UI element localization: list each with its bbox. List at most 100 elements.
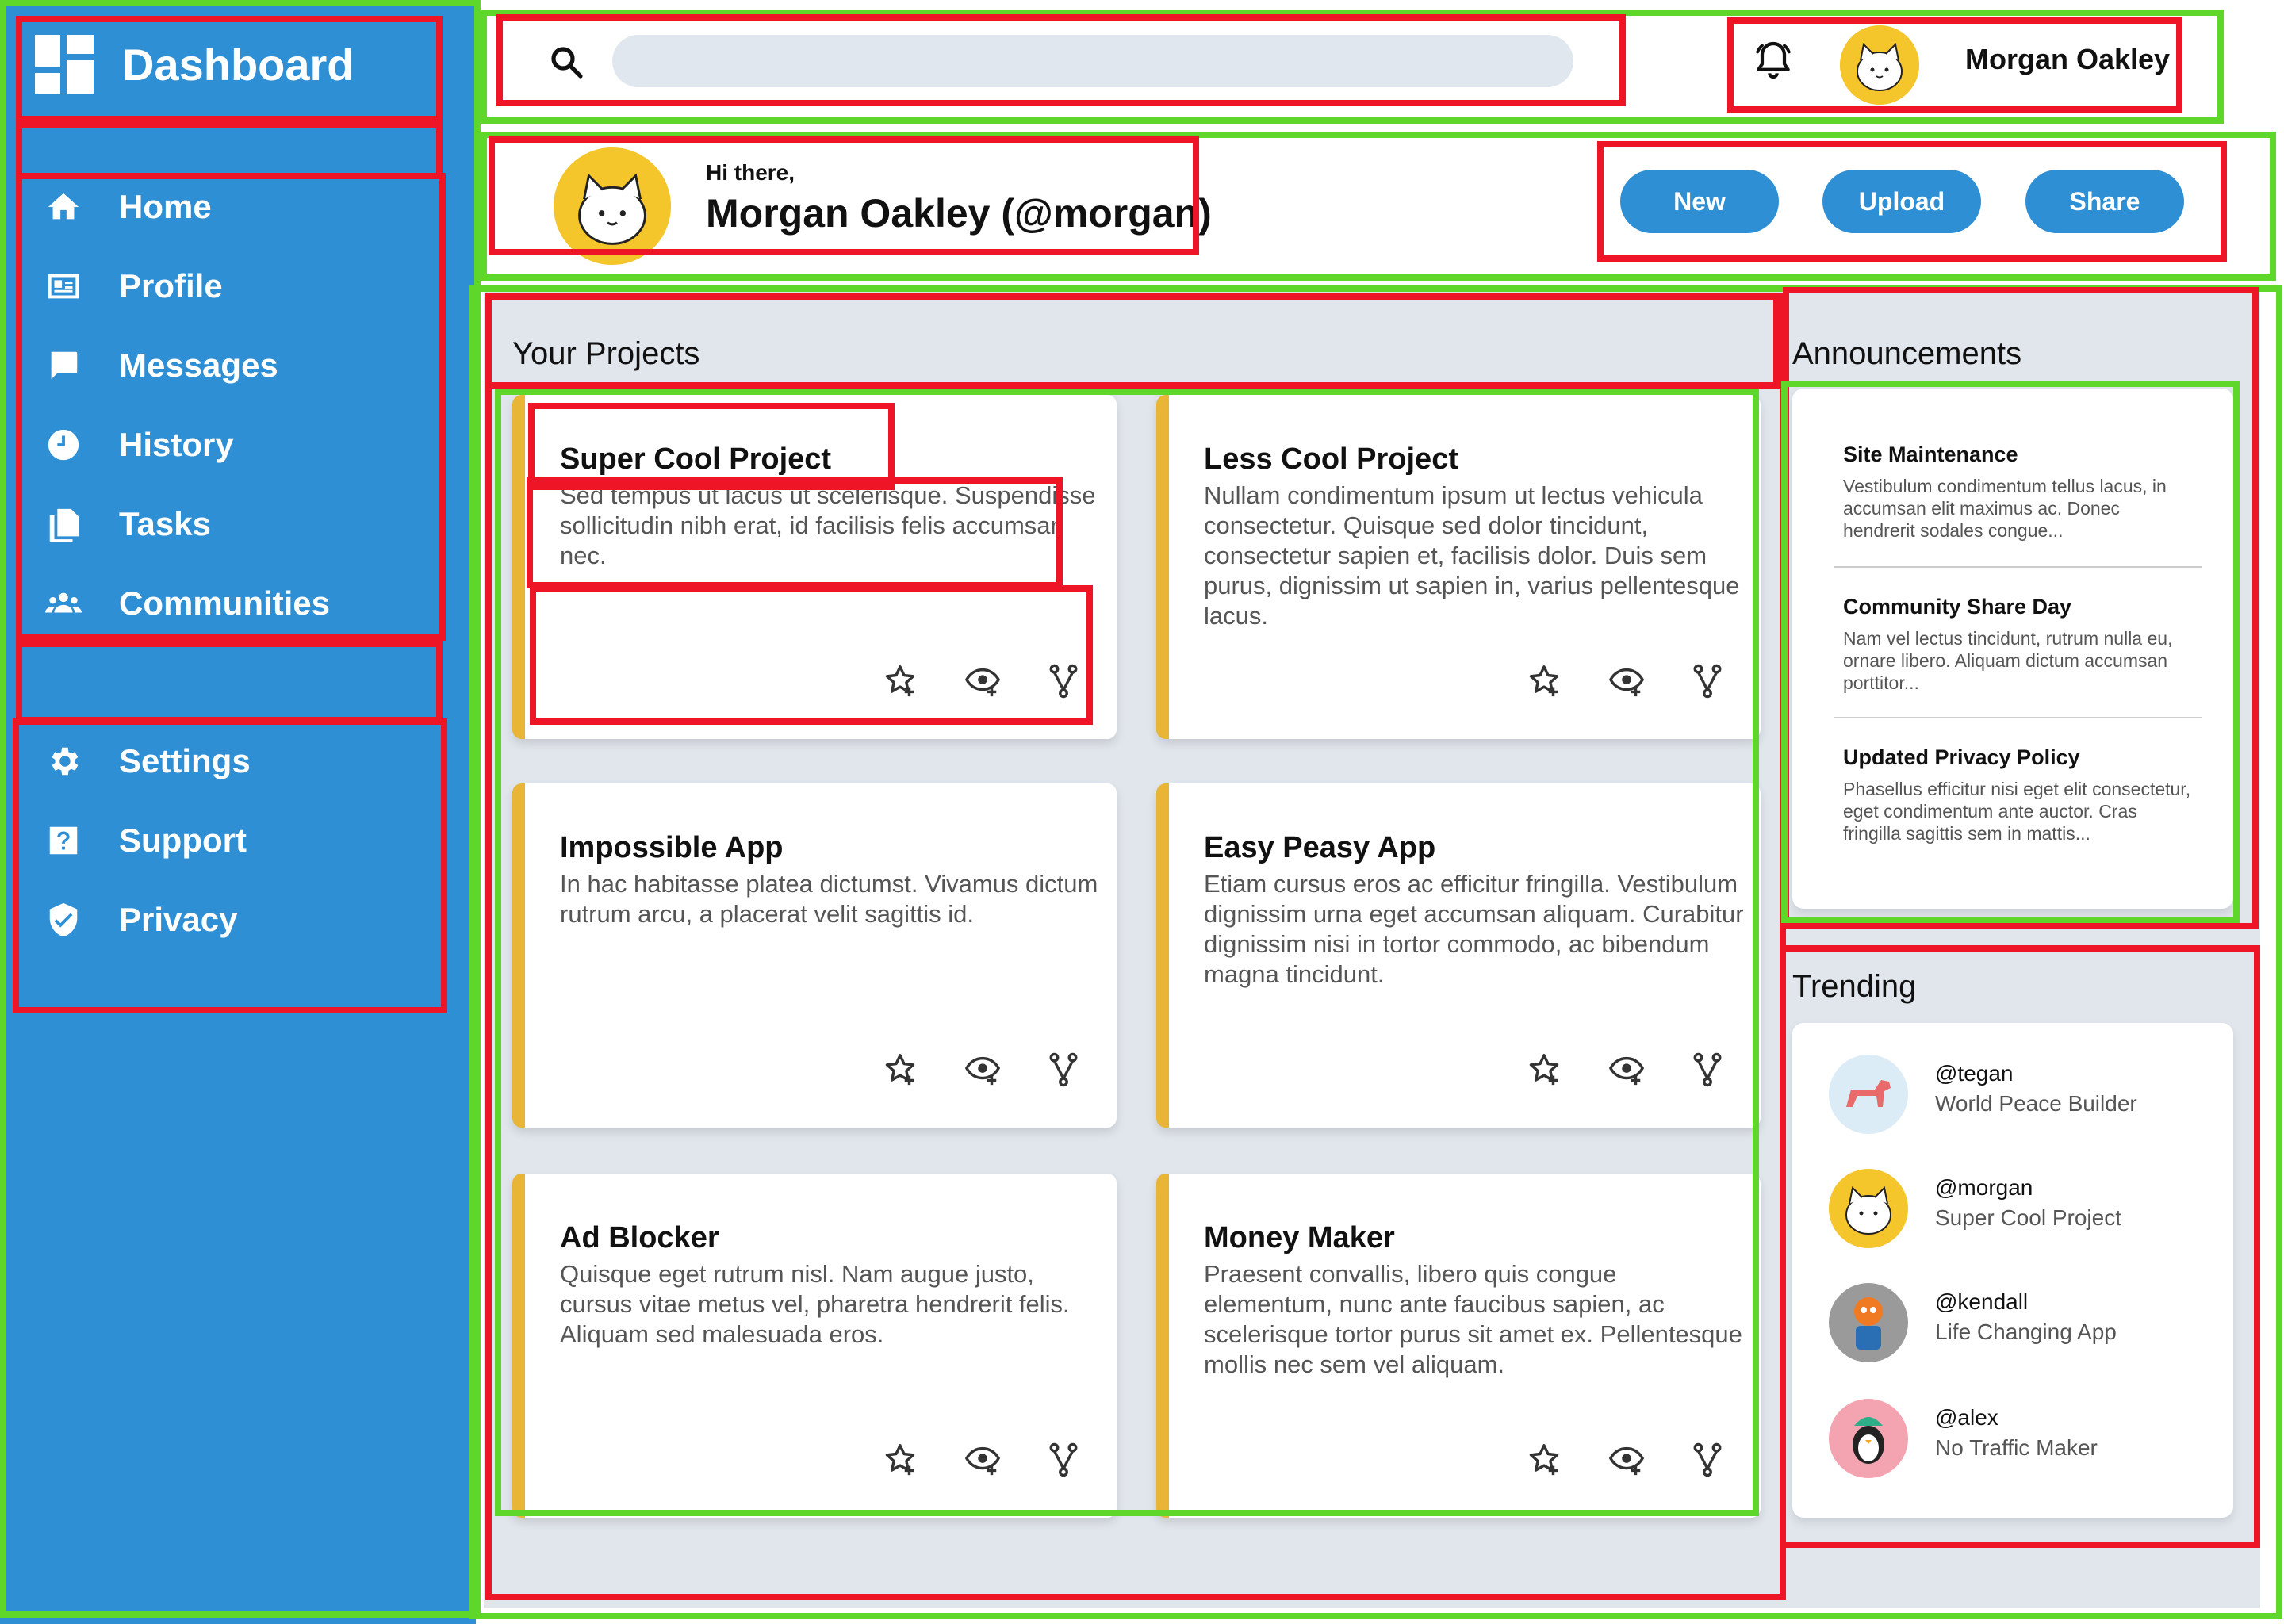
- project-card[interactable]: Money Maker Praesent convallis, libero qu…: [1156, 1174, 1761, 1518]
- nav-label: Tasks: [119, 505, 211, 542]
- upload-button[interactable]: Upload: [1822, 170, 1981, 233]
- share-button[interactable]: Share: [2025, 170, 2184, 233]
- project-description: Sed tempus ut lacus ut scelerisque. Susp…: [560, 481, 1096, 569]
- announcement-item[interactable]: Community Share Day Nam vel lectus tinci…: [1843, 595, 2192, 694]
- project-card[interactable]: Easy Peasy App Etiam cursus eros ac effic…: [1156, 783, 1761, 1128]
- watch-icon[interactable]: [1608, 1442, 1645, 1478]
- search-input[interactable]: [612, 35, 1573, 87]
- trending-item-alex[interactable]: @alex No Traffic Maker: [1829, 1399, 2209, 1478]
- trending-desc: Life Changing App: [1935, 1320, 2117, 1344]
- nav-item-home[interactable]: Home: [44, 167, 330, 247]
- divider: [1834, 566, 2202, 568]
- secondary-nav: Settings Support Privacy: [44, 722, 251, 959]
- nav-label: Home: [119, 188, 212, 225]
- divider: [1834, 717, 2202, 718]
- new-button[interactable]: New: [1620, 170, 1779, 233]
- penguin-avatar-icon: [1829, 1399, 1908, 1478]
- fork-icon[interactable]: [1689, 1051, 1726, 1088]
- project-title[interactable]: Money Maker: [1204, 1221, 1395, 1255]
- profile-avatar[interactable]: [554, 147, 671, 265]
- project-description: Quisque eget rutrum nisl. Nam augue just…: [560, 1260, 1070, 1348]
- nav-item-messages[interactable]: Messages: [44, 326, 330, 405]
- project-title[interactable]: Less Cool Project: [1204, 442, 1458, 477]
- greeting-hi: Hi there,: [706, 160, 795, 185]
- cat-avatar-icon: [1840, 25, 1919, 105]
- dashboard-icon: [35, 35, 94, 94]
- announcement-title: Updated Privacy Policy: [1843, 745, 2080, 769]
- fork-icon[interactable]: [1045, 1442, 1082, 1478]
- gear-icon: [44, 742, 82, 780]
- brand-title: Dashboard: [122, 39, 354, 90]
- project-card[interactable]: Super Cool Project Sed tempus ut lacus ut…: [512, 395, 1117, 739]
- fork-icon[interactable]: [1689, 663, 1726, 699]
- trending-desc: World Peace Builder: [1935, 1091, 2137, 1116]
- fork-icon[interactable]: [1045, 663, 1082, 699]
- project-description: Etiam cursus eros ac efficitur fringilla…: [1204, 870, 1744, 988]
- announcements-panel: Site Maintenance Vestibulum condimentum …: [1792, 389, 2233, 909]
- star-add-icon[interactable]: [882, 1442, 918, 1478]
- project-card[interactable]: Less Cool Project Nullam condimentum ipsu…: [1156, 395, 1761, 739]
- project-title[interactable]: Impossible App: [560, 831, 784, 865]
- messages-icon: [44, 347, 82, 385]
- project-title[interactable]: Easy Peasy App: [1204, 831, 1435, 865]
- trending-handle: @kendall: [1935, 1289, 2029, 1314]
- nav-item-history[interactable]: History: [44, 405, 330, 485]
- fork-icon[interactable]: [1045, 1051, 1082, 1088]
- star-add-icon[interactable]: [882, 1051, 918, 1088]
- primary-nav: Home Profile Messages History Tasks Comm…: [44, 167, 330, 643]
- sidebar: Dashboard Home Profile Messages History …: [0, 0, 476, 1624]
- brand[interactable]: Dashboard: [35, 35, 354, 94]
- star-add-icon[interactable]: [1526, 663, 1562, 699]
- watch-icon[interactable]: [1608, 1051, 1645, 1088]
- star-add-icon[interactable]: [882, 663, 918, 699]
- greeting-name: Morgan Oakley (@morgan): [706, 191, 1212, 236]
- notification-bell-icon[interactable]: [1751, 38, 1795, 82]
- header-avatar[interactable]: [1840, 25, 1919, 105]
- nav-label: Settings: [119, 742, 251, 779]
- nav-label: Support: [119, 822, 247, 859]
- watch-icon[interactable]: [1608, 663, 1645, 699]
- shield-icon: [44, 901, 82, 939]
- cat-avatar-icon: [554, 147, 671, 265]
- trending-item-morgan[interactable]: @morgan Super Cool Project: [1829, 1169, 2209, 1248]
- dog-avatar-icon: [1829, 1055, 1908, 1134]
- announcement-title: Site Maintenance: [1843, 442, 2018, 466]
- trending-title: Trending: [1792, 969, 1917, 1004]
- project-card[interactable]: Ad Blocker Quisque eget rutrum nisl. Nam …: [512, 1174, 1117, 1518]
- project-title[interactable]: Super Cool Project: [560, 442, 831, 477]
- watch-icon[interactable]: [964, 663, 1001, 699]
- nav-item-privacy[interactable]: Privacy: [44, 880, 251, 959]
- star-add-icon[interactable]: [1526, 1442, 1562, 1478]
- announcement-text: Nam vel lectus tincidunt, rutrum nulla e…: [1843, 628, 2173, 693]
- trending-handle: @tegan: [1935, 1061, 2014, 1086]
- project-title[interactable]: Ad Blocker: [560, 1221, 719, 1255]
- trending-item-kendall[interactable]: @kendall Life Changing App: [1829, 1283, 2209, 1362]
- header-user-name[interactable]: Morgan Oakley: [1965, 43, 2170, 76]
- watch-icon[interactable]: [964, 1051, 1001, 1088]
- nav-item-tasks[interactable]: Tasks: [44, 485, 330, 564]
- trending-panel: @tegan World Peace Builder @morgan Super…: [1792, 1023, 2233, 1518]
- trending-item-tegan[interactable]: @tegan World Peace Builder: [1829, 1055, 2209, 1134]
- nav-label: Communities: [119, 584, 331, 622]
- announcements-title: Announcements: [1792, 336, 2022, 371]
- announcement-item[interactable]: Site Maintenance Vestibulum condimentum …: [1843, 442, 2192, 542]
- home-icon: [44, 188, 82, 226]
- project-description: Nullam condimentum ipsum ut lectus vehic…: [1204, 481, 1740, 630]
- star-add-icon[interactable]: [1526, 1051, 1562, 1088]
- announcement-title: Community Share Day: [1843, 595, 2072, 619]
- announcement-item[interactable]: Updated Privacy Policy Phasellus efficit…: [1843, 745, 2192, 845]
- nav-label: History: [119, 426, 234, 463]
- nav-item-profile[interactable]: Profile: [44, 247, 330, 326]
- nav-item-settings[interactable]: Settings: [44, 722, 251, 801]
- search-icon[interactable]: [547, 43, 585, 81]
- nav-label: Privacy: [119, 901, 238, 938]
- project-description: In hac habitasse platea dictumst. Vivamu…: [560, 870, 1098, 928]
- project-card[interactable]: Impossible App In hac habitasse platea di…: [512, 783, 1117, 1128]
- watch-icon[interactable]: [964, 1442, 1001, 1478]
- tasks-icon: [44, 505, 82, 543]
- fork-icon[interactable]: [1689, 1442, 1726, 1478]
- nav-item-support[interactable]: Support: [44, 801, 251, 880]
- trending-desc: No Traffic Maker: [1935, 1435, 2098, 1460]
- communities-icon: [44, 584, 82, 622]
- nav-item-communities[interactable]: Communities: [44, 564, 330, 643]
